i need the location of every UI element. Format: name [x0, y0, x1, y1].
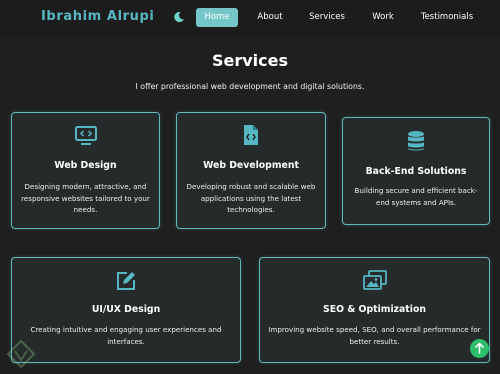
nav-about[interactable]: About	[250, 8, 290, 27]
card-description: Developing robust and scalable web appli…	[186, 182, 316, 214]
code-monitor-icon	[74, 126, 97, 145]
service-card-web-development: Web Development Developing robust and sc…	[176, 112, 326, 229]
card-title: UI/UX Design	[91, 304, 161, 315]
nav-testimonials[interactable]: Testimonials	[414, 8, 480, 27]
moon-icon[interactable]	[173, 11, 185, 23]
navbar: Ibrahim Alrupi Home About Services Work …	[0, 0, 500, 36]
service-card-back-end: Back-End Solutions Building secure and e…	[342, 117, 490, 225]
service-card-web-design: Web Design Designing modern, attractive,…	[11, 112, 160, 229]
card-description: Designing modern, attractive, and respon…	[21, 182, 150, 214]
card-title: SEO & Optimization	[323, 304, 426, 315]
nav-home[interactable]: Home	[196, 8, 238, 27]
card-title: Web Development	[203, 160, 299, 171]
nav-services[interactable]: Services	[304, 8, 350, 27]
card-title: Web Design	[54, 160, 117, 171]
service-card-ui-ux: UI/UX Design Creating intuitive and enga…	[11, 257, 241, 363]
service-card-seo: SEO & Optimization Improving website spe…	[259, 257, 490, 363]
edit-pen-icon	[117, 272, 135, 290]
section-subtitle: I offer professional web development and…	[135, 82, 365, 91]
images-icon	[362, 270, 387, 290]
nav-work[interactable]: Work	[364, 8, 402, 27]
arrow-up-icon	[474, 342, 485, 354]
site-logo[interactable]: Ibrahim Alrupi	[41, 9, 154, 24]
section-title: Services	[211, 51, 289, 70]
card-description: Building secure and efficient back-end s…	[354, 186, 478, 207]
card-description: Improving website speed, SEO, and overal…	[268, 325, 481, 346]
code-file-icon	[244, 125, 258, 145]
card-description: Creating intuitive and engaging user exp…	[30, 325, 222, 346]
corner-logo-icon	[6, 339, 36, 369]
scroll-top-button[interactable]	[470, 339, 489, 358]
card-title: Back-End Solutions	[365, 166, 467, 177]
database-icon	[408, 131, 424, 151]
